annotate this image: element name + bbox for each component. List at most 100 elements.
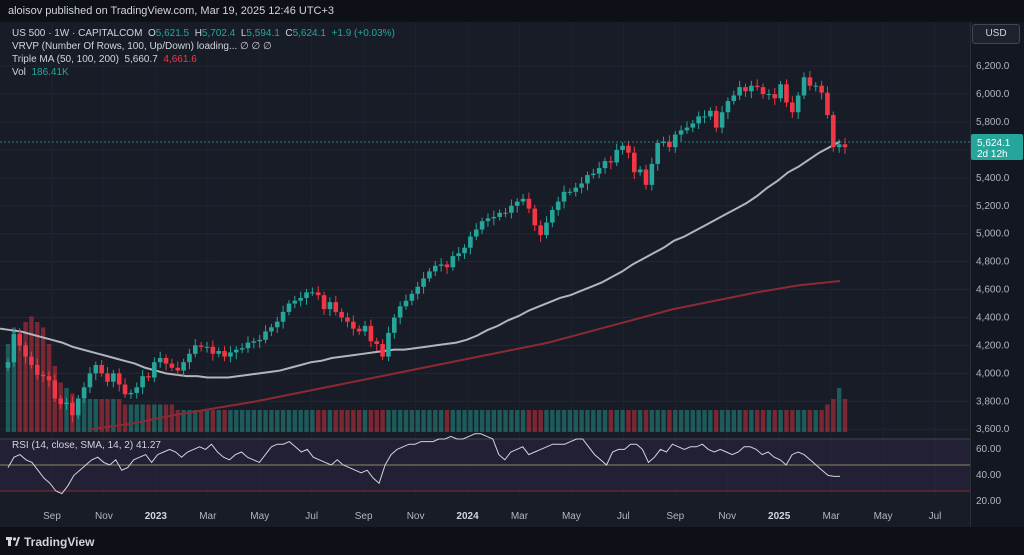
chart-pane[interactable]: Sep Nov 2023 Mar May Jul Sep Nov 2024 Mar May Jul Se… (0, 22, 970, 527)
candle (591, 168, 596, 179)
vrvp-label[interactable]: VRVP (Number Of Rows, 100, Up/Down) load… (12, 41, 272, 52)
candle (462, 244, 467, 259)
time-tick-label: Sep (43, 511, 61, 522)
volume-bar (725, 410, 731, 432)
volume-bar (93, 399, 98, 432)
volume-bar (678, 410, 684, 432)
price-axis-canvas: 6,200.06,000.05,800.05,600.05,400.05,200… (971, 61, 1023, 507)
volume-bar (807, 410, 813, 432)
candle (497, 209, 502, 221)
candle (333, 295, 339, 316)
volume-bar (836, 388, 842, 432)
candle (655, 139, 660, 171)
rsi-tick-label: 40.00 (976, 470, 1001, 481)
publish-header: aloisov published on TradingView.com, Ma… (0, 0, 1024, 22)
volume-bar (831, 399, 836, 432)
volume-bar (567, 410, 573, 432)
price-tick-label: 6,200.0 (976, 61, 1010, 72)
rsi-label[interactable]: RSI (14, close, SMA, 14, 2) (12, 440, 133, 451)
rsi-ticks: 60.00 40.00 20.00 (976, 444, 1001, 507)
vol-value: 186.41K (31, 67, 69, 78)
ma-label[interactable]: Triple MA (50, 100, 200) (12, 54, 119, 65)
currency-button[interactable]: USD (972, 24, 1020, 44)
candle (678, 125, 684, 142)
volume-bar (497, 410, 502, 432)
candle (509, 199, 514, 219)
candle (830, 111, 836, 152)
volume-bar (438, 410, 444, 432)
volume-bar (485, 410, 491, 432)
volume-bar (573, 410, 578, 432)
volume-bar (134, 404, 139, 432)
candle (696, 111, 701, 130)
volume-bar (444, 410, 450, 432)
volume-bar (690, 410, 696, 432)
candle (304, 288, 309, 305)
volume-bar (626, 410, 631, 432)
candle (99, 360, 104, 377)
candle (111, 369, 116, 388)
candle (836, 139, 842, 153)
candle (784, 79, 789, 108)
candles (5, 71, 848, 423)
candle (737, 80, 742, 101)
candle (204, 341, 210, 353)
candle (11, 329, 17, 367)
candle (444, 260, 450, 275)
candle (351, 315, 356, 336)
vol-label[interactable]: Vol (12, 67, 26, 78)
volume-bar (392, 410, 397, 432)
candle (157, 351, 163, 368)
volume-bar (702, 410, 707, 432)
volume-bar (456, 410, 461, 432)
volume-bar (46, 344, 52, 432)
price-tick-label: 4,200.0 (976, 340, 1010, 351)
ma200-value: 4,661.6 (163, 54, 197, 65)
volume-bar (81, 399, 87, 432)
footer-brand[interactable]: TradingView (24, 535, 94, 549)
candle (456, 246, 461, 261)
candle (298, 291, 303, 307)
candle (345, 312, 350, 328)
volume-bar (374, 410, 379, 432)
candle (321, 291, 327, 315)
candle (790, 96, 795, 118)
volume-bar (403, 410, 409, 432)
time-tick-label: 2023 (145, 511, 168, 522)
candle (315, 286, 321, 300)
volume-bar (649, 410, 655, 432)
candle (210, 340, 216, 361)
candle (532, 205, 538, 232)
symbol-label[interactable]: US 500 · 1W · CAPITALCOM (12, 28, 142, 39)
candle (75, 394, 81, 419)
price-tick-label: 4,800.0 (976, 257, 1010, 268)
candle (169, 358, 175, 372)
volume-bar (275, 410, 280, 432)
chart-canvas[interactable]: Sep Nov 2023 Mar May Jul Sep Nov 2024 Mar May Jul Se… (0, 22, 970, 527)
candle (485, 213, 491, 227)
candle (637, 165, 643, 176)
rsi-tick-label: 20.00 (976, 496, 1001, 507)
time-tick-label: Jul (305, 511, 318, 522)
volume-bar (427, 410, 432, 432)
volume-bar (269, 410, 274, 432)
candle (614, 143, 620, 166)
candle (555, 196, 561, 216)
candle (116, 368, 122, 392)
candle (187, 348, 192, 370)
volume-bar (526, 410, 532, 432)
candle (520, 193, 526, 206)
volume-bar (87, 399, 93, 432)
candle (269, 323, 274, 337)
volume-bar (731, 410, 736, 432)
time-tick-label: May (250, 511, 269, 522)
volume-bar (251, 410, 257, 432)
candle (526, 192, 532, 214)
candle (198, 341, 204, 352)
price-axis[interactable]: 6,200.06,000.05,800.05,600.05,400.05,200… (970, 22, 1024, 527)
candle (719, 105, 725, 134)
rsi-value: 41.27 (135, 440, 161, 451)
volume-bar (292, 410, 298, 432)
volume-bar (263, 410, 268, 432)
volume-bar (819, 410, 824, 432)
